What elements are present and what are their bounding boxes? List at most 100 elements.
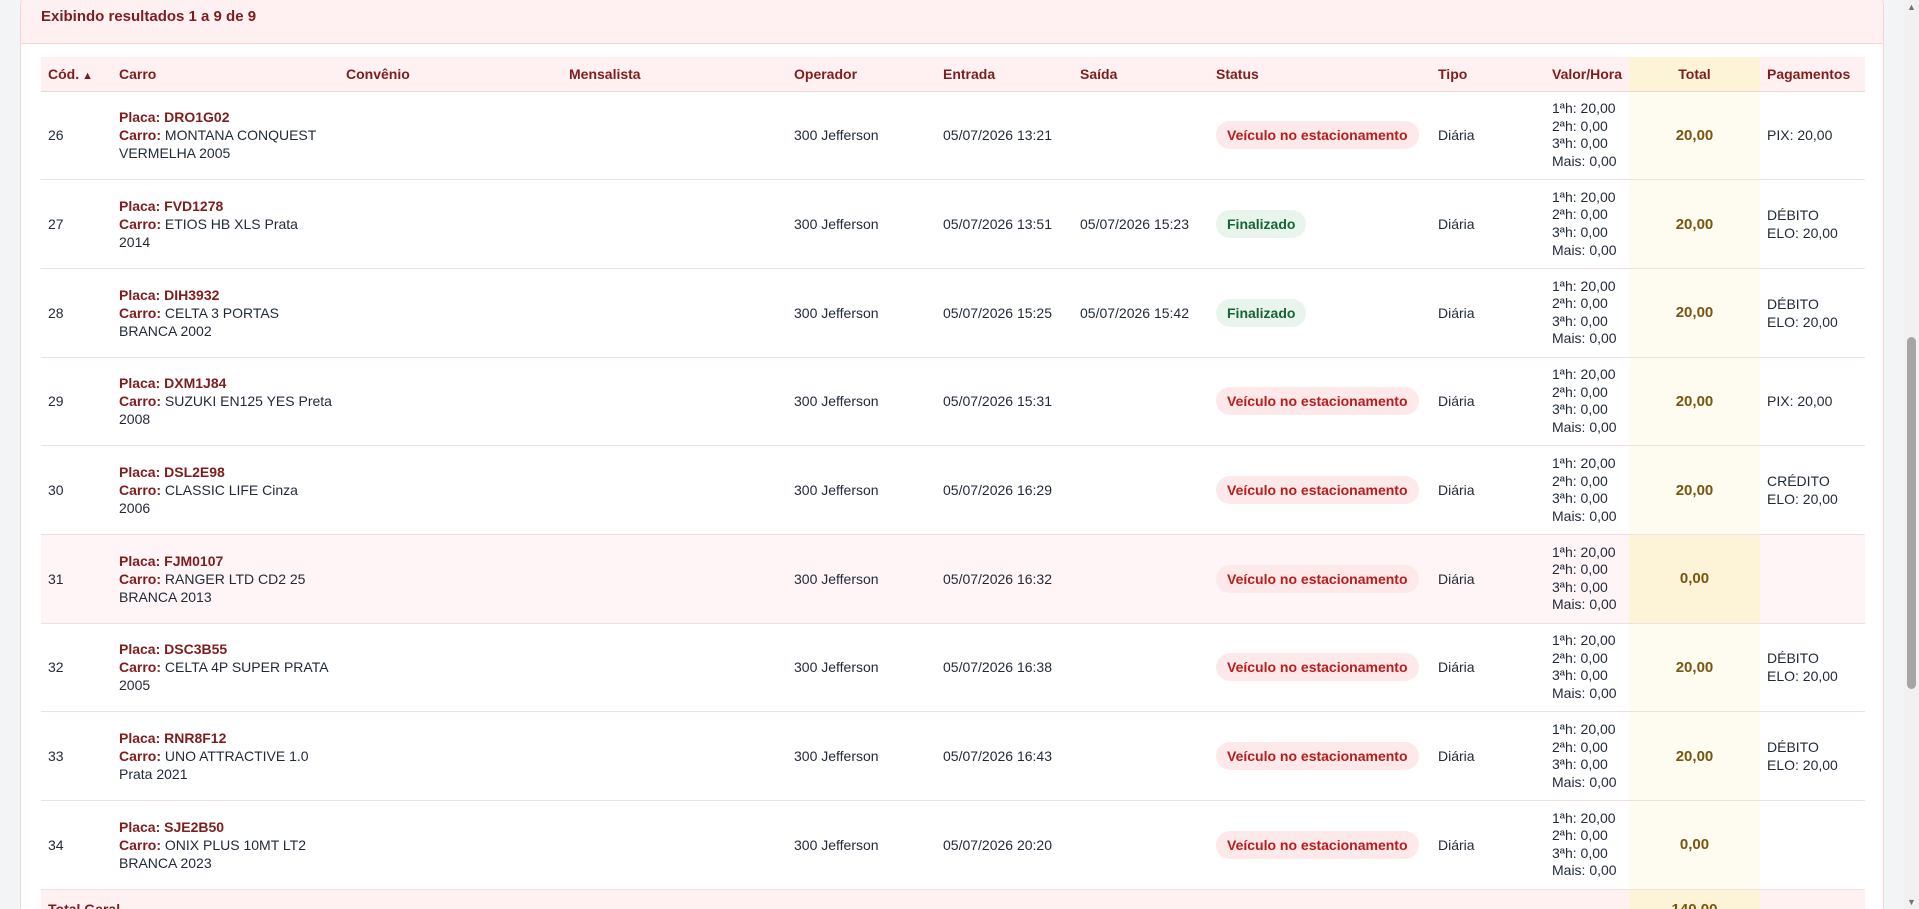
rate-line: 3ªh: 0,00 xyxy=(1552,578,1608,595)
page-scrollbar[interactable]: ▲ ▼ xyxy=(1904,0,1919,909)
placa-value: DXM1J84 xyxy=(164,375,227,392)
col-header-mensalista[interactable]: Mensalista xyxy=(562,57,787,92)
rate-line: 2ªh: 0,00 xyxy=(1552,649,1608,666)
payment-line: ELO: 20,00 xyxy=(1767,313,1838,330)
table-row[interactable]: 26 Placa: DRO1G02 Carro: MONTANA CONQUES… xyxy=(41,91,1865,181)
scrollbar-thumb[interactable] xyxy=(1907,337,1916,689)
placa-label: Placa: xyxy=(119,464,161,481)
rate-line: 3ªh: 0,00 xyxy=(1552,401,1608,418)
cell-status: Veículo no estacionamento xyxy=(1209,91,1431,181)
rate-line: 1ªh: 20,00 xyxy=(1552,809,1616,826)
results-card: Exibindo resultados 1 a 9 de 9 Cód. ▲ Ca… xyxy=(20,0,1884,909)
col-header-status[interactable]: Status xyxy=(1209,57,1431,92)
cell-carro: Placa: FJM0107 Carro: RANGER LTD CD2 25 … xyxy=(112,534,339,624)
cell-saida xyxy=(1073,534,1209,624)
placa-label: Placa: xyxy=(119,552,161,569)
col-header-saida[interactable]: Saída xyxy=(1073,57,1209,92)
cell-carro: Placa: SJE2B50 Carro: ONIX PLUS 10MT LT2… xyxy=(112,800,339,890)
cell-cod: 34 xyxy=(41,800,112,890)
rate-line: 2ªh: 0,00 xyxy=(1552,383,1608,400)
table-row[interactable]: 33 Placa: RNR8F12 Carro: UNO ATTRACTIVE … xyxy=(41,711,1865,801)
cell-operador: 300 Jefferson xyxy=(787,800,936,890)
cell-valor-hora: 1ªh: 20,00 2ªh: 0,00 3ªh: 0,00 Mais: 0,0… xyxy=(1545,357,1629,447)
cell-convenio xyxy=(339,268,562,358)
placa-label: Placa: xyxy=(119,198,161,215)
rate-line: Mais: 0,00 xyxy=(1552,773,1617,790)
cell-saida xyxy=(1073,91,1209,181)
footer-empty-cell xyxy=(1760,888,1865,909)
sort-asc-icon: ▲ xyxy=(82,69,93,82)
table-row[interactable]: 34 Placa: SJE2B50 Carro: ONIX PLUS 10MT … xyxy=(41,800,1865,890)
table-row[interactable]: 32 Placa: DSC3B55 Carro: CELTA 4P SUPER … xyxy=(41,623,1865,713)
cell-status: Veículo no estacionamento xyxy=(1209,623,1431,713)
rate-line: Mais: 0,00 xyxy=(1552,419,1617,435)
cell-status: Veículo no estacionamento xyxy=(1209,445,1431,535)
cell-valor-hora: 1ªh: 20,00 2ªh: 0,00 3ªh: 0,00 Mais: 0,0… xyxy=(1545,268,1629,358)
col-header-operador[interactable]: Operador xyxy=(787,57,936,92)
cell-total: 20,00 xyxy=(1629,91,1760,181)
payment-line: ELO: 20,00 xyxy=(1767,491,1838,508)
rate-line: Mais: 0,00 xyxy=(1552,152,1617,169)
cell-valor-hora: 1ªh: 20,00 2ªh: 0,00 3ªh: 0,00 Mais: 0,0… xyxy=(1545,91,1629,181)
cell-entrada: 05/07/2026 15:25 xyxy=(936,268,1073,358)
cell-saida xyxy=(1073,800,1209,890)
cell-mensalista xyxy=(562,91,787,181)
cell-entrada: 05/07/2026 16:43 xyxy=(936,711,1073,801)
cell-mensalista xyxy=(562,800,787,890)
payment-line: PIX: 20,00 xyxy=(1767,127,1833,144)
rate-line: 1ªh: 20,00 xyxy=(1552,454,1616,471)
status-badge: Veículo no estacionamento xyxy=(1216,476,1419,505)
cell-valor-hora: 1ªh: 20,00 2ªh: 0,00 3ªh: 0,00 Mais: 0,0… xyxy=(1545,445,1629,535)
col-header-carro[interactable]: Carro xyxy=(112,57,339,92)
table-row[interactable]: 30 Placa: DSL2E98 Carro: CLASSIC LIFE Ci… xyxy=(41,445,1865,535)
cell-status: Veículo no estacionamento xyxy=(1209,800,1431,890)
cell-mensalista xyxy=(562,179,787,269)
cell-cod: 32 xyxy=(41,623,112,713)
cell-convenio xyxy=(339,711,562,801)
grand-total-value: 140,00 xyxy=(1629,888,1760,909)
col-header-valor-hora[interactable]: Valor/Hora xyxy=(1545,57,1629,92)
cell-mensalista xyxy=(562,357,787,447)
cell-status: Veículo no estacionamento xyxy=(1209,357,1431,447)
cell-mensalista xyxy=(562,268,787,358)
cell-pagamentos xyxy=(1760,800,1865,890)
cell-saida xyxy=(1073,445,1209,535)
col-header-entrada[interactable]: Entrada xyxy=(936,57,1073,92)
placa-value: SJE2B50 xyxy=(164,818,225,835)
rate-line: Mais: 0,00 xyxy=(1552,685,1617,702)
cell-saida xyxy=(1073,623,1209,713)
scroll-down-icon[interactable]: ▼ xyxy=(1904,895,1919,909)
col-header-cod[interactable]: Cód. ▲ xyxy=(41,57,112,92)
table-row[interactable]: 27 Placa: FVD1278 Carro: ETIOS HB XLS Pr… xyxy=(41,179,1865,269)
col-header-pagamentos[interactable]: Pagamentos xyxy=(1760,57,1865,92)
cell-tipo: Diária xyxy=(1431,711,1545,801)
table-row[interactable]: 29 Placa: DXM1J84 Carro: SUZUKI EN125 YE… xyxy=(41,357,1865,447)
rate-line: 1ªh: 20,00 xyxy=(1552,720,1616,737)
rate-line: 3ªh: 0,00 xyxy=(1552,224,1608,241)
placa-value: DRO1G02 xyxy=(164,109,230,126)
rate-line: 3ªh: 0,00 xyxy=(1552,135,1608,152)
table-row[interactable]: 28 Placa: DIH3932 Carro: CELTA 3 PORTAS … xyxy=(41,268,1865,358)
cell-carro: Placa: DSC3B55 Carro: CELTA 4P SUPER PRA… xyxy=(112,623,339,713)
rate-line: 1ªh: 20,00 xyxy=(1552,100,1616,117)
cell-operador: 300 Jefferson xyxy=(787,357,936,447)
rate-line: 2ªh: 0,00 xyxy=(1552,738,1608,755)
carro-label: Carro: xyxy=(119,482,162,499)
cell-operador: 300 Jefferson xyxy=(787,711,936,801)
payment-line: DÉBITO xyxy=(1767,207,1819,224)
cell-tipo: Diária xyxy=(1431,357,1545,447)
payment-line: PIX: 20,00 xyxy=(1767,393,1833,410)
col-header-total[interactable]: Total xyxy=(1629,57,1760,92)
table-row[interactable]: 31 Placa: FJM0107 Carro: RANGER LTD CD2 … xyxy=(41,534,1865,624)
cell-tipo: Diária xyxy=(1431,800,1545,890)
cell-pagamentos: DÉBITO ELO: 20,00 xyxy=(1760,268,1865,358)
col-header-convenio[interactable]: Convênio xyxy=(339,57,562,92)
rate-line: Mais: 0,00 xyxy=(1552,507,1617,524)
cell-convenio xyxy=(339,91,562,181)
cell-convenio xyxy=(339,623,562,713)
col-header-tipo[interactable]: Tipo xyxy=(1431,57,1545,92)
rate-line: 3ªh: 0,00 xyxy=(1552,312,1608,329)
placa-label: Placa: xyxy=(119,818,161,835)
scroll-up-icon[interactable]: ▲ xyxy=(1904,0,1919,14)
carro-label: Carro: xyxy=(119,659,162,676)
